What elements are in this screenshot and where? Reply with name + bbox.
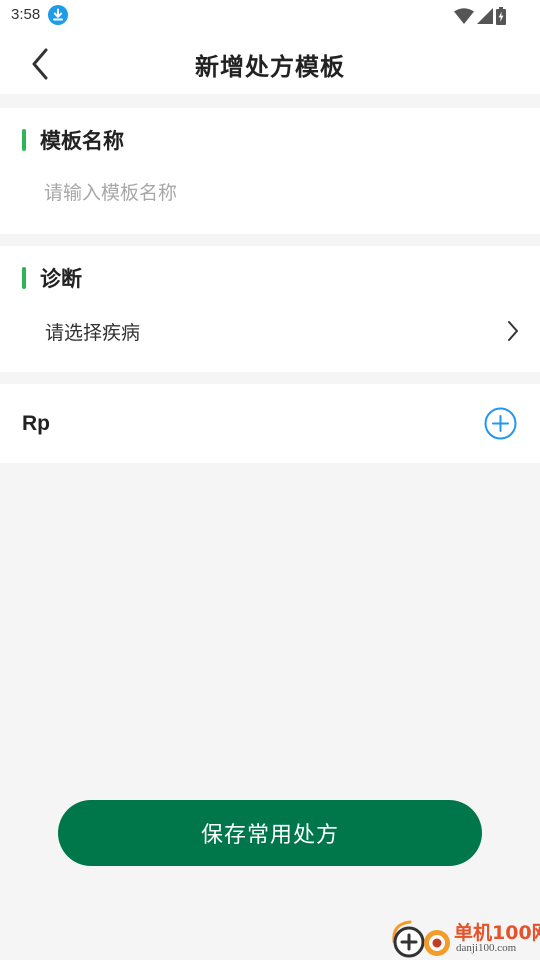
- diagnosis-label: 诊断: [40, 267, 82, 291]
- header: 新增处方模板: [0, 32, 540, 94]
- add-medicine-button[interactable]: [484, 407, 517, 440]
- watermark-url: danji100.com: [456, 942, 517, 954]
- diagnosis-heading: 诊断: [22, 263, 82, 293]
- rp-card: Rp: [0, 384, 540, 463]
- rp-label: Rp: [22, 412, 50, 435]
- select-disease-text: 请选择疾病: [45, 322, 141, 344]
- download-icon: [48, 5, 68, 25]
- save-prescription-button[interactable]: 保存常用处方: [58, 800, 482, 866]
- template-name-input[interactable]: [44, 176, 504, 210]
- accent-bar: [22, 129, 26, 151]
- template-name-card: 模板名称: [0, 108, 540, 234]
- signal-icon: [477, 8, 493, 24]
- watermark: 单机100网 danji100.com: [388, 912, 540, 960]
- template-name-label: 模板名称: [40, 129, 124, 153]
- status-icons: [454, 6, 506, 26]
- plus-circle-icon: [484, 407, 517, 440]
- battery-charging-icon: [496, 7, 506, 25]
- chevron-right-icon: [508, 321, 518, 341]
- page-title: 新增处方模板: [195, 53, 345, 81]
- diagnosis-card: 诊断 请选择疾病: [0, 246, 540, 372]
- status-bar: 3:58: [0, 0, 540, 32]
- watermark-title: 单机100网: [454, 922, 540, 944]
- accent-bar: [22, 267, 26, 289]
- status-time: 3:58: [11, 6, 41, 23]
- wifi-icon: [454, 8, 474, 24]
- select-disease-row[interactable]: 请选择疾病: [0, 306, 540, 356]
- watermark-logo-icon: [392, 920, 450, 958]
- template-name-heading: 模板名称: [22, 125, 124, 155]
